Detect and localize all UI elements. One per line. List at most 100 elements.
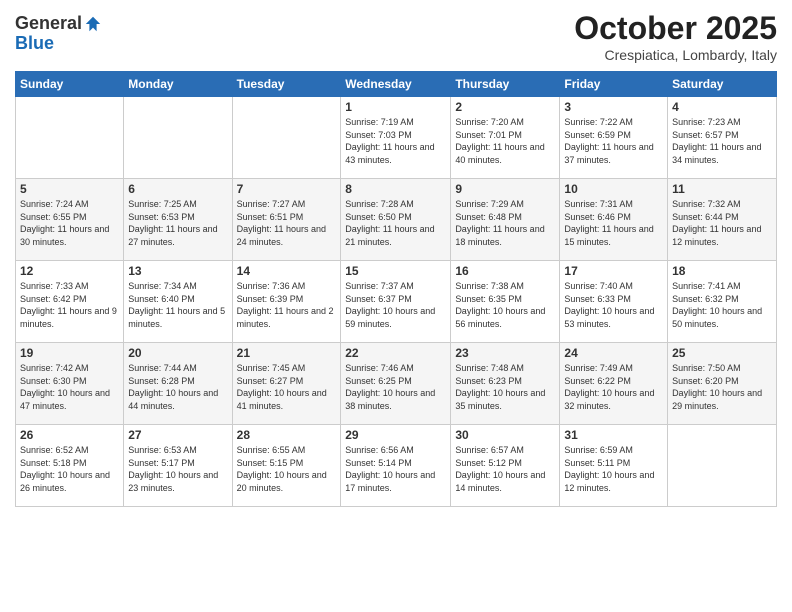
logo-blue-text: Blue (15, 33, 54, 53)
day-number: 6 (128, 182, 227, 196)
calendar: SundayMondayTuesdayWednesdayThursdayFrid… (15, 71, 777, 507)
month-title: October 2025 (574, 10, 777, 47)
day-number: 12 (20, 264, 119, 278)
day-of-week-header: Sunday (16, 72, 124, 97)
calendar-header-row: SundayMondayTuesdayWednesdayThursdayFrid… (16, 72, 777, 97)
day-number: 21 (237, 346, 337, 360)
calendar-cell: 23Sunrise: 7:48 AM Sunset: 6:23 PM Dayli… (451, 343, 560, 425)
day-info: Sunrise: 7:45 AM Sunset: 6:27 PM Dayligh… (237, 362, 337, 412)
day-number: 14 (237, 264, 337, 278)
day-number: 2 (455, 100, 555, 114)
calendar-cell: 3 Sunrise: 7:22 AM Sunset: 6:59 PM Daylig… (560, 97, 668, 179)
day-info: Sunrise: 7:19 AM Sunset: 7:03 PM Dayligh… (345, 116, 446, 166)
day-info: Sunrise: 7:29 AM Sunset: 6:48 PM Dayligh… (455, 198, 555, 248)
calendar-cell: 27Sunrise: 6:53 AM Sunset: 5:17 PM Dayli… (124, 425, 232, 507)
calendar-week-row: 26 Sunrise: 6:52 AM Sunset: 5:18 PM Dayli… (16, 425, 777, 507)
day-of-week-header: Tuesday (232, 72, 341, 97)
day-info: Sunrise: 6:57 AM Sunset: 5:12 PM Dayligh… (455, 444, 555, 494)
calendar-cell: 28Sunrise: 6:55 AM Sunset: 5:15 PM Dayli… (232, 425, 341, 507)
calendar-cell: 25 Sunrise: 7:50 AM Sunset: 6:20 PM Dayli… (668, 343, 777, 425)
calendar-cell: 30 Sunrise: 6:57 AM Sunset: 5:12 PM Dayli… (451, 425, 560, 507)
calendar-cell: 8Sunrise: 7:28 AM Sunset: 6:50 PM Daylig… (341, 179, 451, 261)
day-info: Sunrise: 7:22 AM Sunset: 6:59 PM Dayligh… (564, 116, 663, 166)
calendar-week-row: 19Sunrise: 7:42 AM Sunset: 6:30 PM Dayli… (16, 343, 777, 425)
day-info: Sunrise: 7:44 AM Sunset: 6:28 PM Dayligh… (128, 362, 227, 412)
day-number: 11 (672, 182, 772, 196)
day-number: 17 (564, 264, 663, 278)
calendar-cell: 16 Sunrise: 7:38 AM Sunset: 6:35 PM Dayli… (451, 261, 560, 343)
calendar-cell: 11Sunrise: 7:32 AM Sunset: 6:44 PM Dayli… (668, 179, 777, 261)
day-number: 31 (564, 428, 663, 442)
calendar-week-row: 1 Sunrise: 7:19 AM Sunset: 7:03 PM Daylig… (16, 97, 777, 179)
calendar-cell (232, 97, 341, 179)
calendar-cell: 13 Sunrise: 7:34 AM Sunset: 6:40 PM Dayli… (124, 261, 232, 343)
day-info: Sunrise: 7:46 AM Sunset: 6:25 PM Dayligh… (345, 362, 446, 412)
calendar-cell: 1 Sunrise: 7:19 AM Sunset: 7:03 PM Daylig… (341, 97, 451, 179)
day-info: Sunrise: 7:25 AM Sunset: 6:53 PM Dayligh… (128, 198, 227, 248)
calendar-cell: 4Sunrise: 7:23 AM Sunset: 6:57 PM Daylig… (668, 97, 777, 179)
calendar-cell: 15Sunrise: 7:37 AM Sunset: 6:37 PM Dayli… (341, 261, 451, 343)
day-info: Sunrise: 7:27 AM Sunset: 6:51 PM Dayligh… (237, 198, 337, 248)
calendar-cell (16, 97, 124, 179)
calendar-cell: 5 Sunrise: 7:24 AM Sunset: 6:55 PM Daylig… (16, 179, 124, 261)
title-block: October 2025 Crespiatica, Lombardy, Ital… (574, 10, 777, 63)
calendar-cell: 10Sunrise: 7:31 AM Sunset: 6:46 PM Dayli… (560, 179, 668, 261)
day-number: 28 (237, 428, 337, 442)
day-number: 25 (672, 346, 772, 360)
day-info: Sunrise: 6:53 AM Sunset: 5:17 PM Dayligh… (128, 444, 227, 494)
day-number: 30 (455, 428, 555, 442)
day-number: 5 (20, 182, 119, 196)
day-info: Sunrise: 7:49 AM Sunset: 6:22 PM Dayligh… (564, 362, 663, 412)
day-info: Sunrise: 7:37 AM Sunset: 6:37 PM Dayligh… (345, 280, 446, 330)
day-number: 20 (128, 346, 227, 360)
day-number: 18 (672, 264, 772, 278)
day-number: 1 (345, 100, 446, 114)
calendar-cell: 22 Sunrise: 7:46 AM Sunset: 6:25 PM Dayli… (341, 343, 451, 425)
calendar-cell: 9 Sunrise: 7:29 AM Sunset: 6:48 PM Daylig… (451, 179, 560, 261)
logo-icon (84, 15, 102, 33)
day-number: 13 (128, 264, 227, 278)
day-info: Sunrise: 6:52 AM Sunset: 5:18 PM Dayligh… (20, 444, 119, 494)
day-of-week-header: Thursday (451, 72, 560, 97)
day-info: Sunrise: 7:42 AM Sunset: 6:30 PM Dayligh… (20, 362, 119, 412)
calendar-cell: 21 Sunrise: 7:45 AM Sunset: 6:27 PM Dayli… (232, 343, 341, 425)
day-info: Sunrise: 7:34 AM Sunset: 6:40 PM Dayligh… (128, 280, 227, 330)
day-info: Sunrise: 7:24 AM Sunset: 6:55 PM Dayligh… (20, 198, 119, 248)
calendar-cell: 17Sunrise: 7:40 AM Sunset: 6:33 PM Dayli… (560, 261, 668, 343)
day-info: Sunrise: 7:31 AM Sunset: 6:46 PM Dayligh… (564, 198, 663, 248)
header: General Blue October 2025 Crespiatica, L… (15, 10, 777, 63)
logo: General Blue (15, 14, 102, 54)
day-number: 4 (672, 100, 772, 114)
day-number: 8 (345, 182, 446, 196)
day-number: 3 (564, 100, 663, 114)
calendar-cell: 26 Sunrise: 6:52 AM Sunset: 5:18 PM Dayli… (16, 425, 124, 507)
day-number: 9 (455, 182, 555, 196)
logo-general-text: General (15, 14, 82, 34)
calendar-cell: 7 Sunrise: 7:27 AM Sunset: 6:51 PM Daylig… (232, 179, 341, 261)
location: Crespiatica, Lombardy, Italy (574, 47, 777, 63)
calendar-cell (668, 425, 777, 507)
day-of-week-header: Monday (124, 72, 232, 97)
day-info: Sunrise: 7:38 AM Sunset: 6:35 PM Dayligh… (455, 280, 555, 330)
day-of-week-header: Wednesday (341, 72, 451, 97)
day-number: 22 (345, 346, 446, 360)
day-info: Sunrise: 7:50 AM Sunset: 6:20 PM Dayligh… (672, 362, 772, 412)
calendar-cell: 14 Sunrise: 7:36 AM Sunset: 6:39 PM Dayli… (232, 261, 341, 343)
calendar-cell (124, 97, 232, 179)
calendar-cell: 6 Sunrise: 7:25 AM Sunset: 6:53 PM Daylig… (124, 179, 232, 261)
day-info: Sunrise: 7:41 AM Sunset: 6:32 PM Dayligh… (672, 280, 772, 330)
day-number: 26 (20, 428, 119, 442)
day-info: Sunrise: 7:36 AM Sunset: 6:39 PM Dayligh… (237, 280, 337, 330)
day-number: 16 (455, 264, 555, 278)
calendar-cell: 29Sunrise: 6:56 AM Sunset: 5:14 PM Dayli… (341, 425, 451, 507)
day-number: 29 (345, 428, 446, 442)
day-info: Sunrise: 7:48 AM Sunset: 6:23 PM Dayligh… (455, 362, 555, 412)
day-number: 24 (564, 346, 663, 360)
calendar-cell: 19Sunrise: 7:42 AM Sunset: 6:30 PM Dayli… (16, 343, 124, 425)
calendar-cell: 31Sunrise: 6:59 AM Sunset: 5:11 PM Dayli… (560, 425, 668, 507)
day-number: 7 (237, 182, 337, 196)
calendar-cell: 18 Sunrise: 7:41 AM Sunset: 6:32 PM Dayli… (668, 261, 777, 343)
page: General Blue October 2025 Crespiatica, L… (0, 0, 792, 612)
day-of-week-header: Friday (560, 72, 668, 97)
calendar-week-row: 5 Sunrise: 7:24 AM Sunset: 6:55 PM Daylig… (16, 179, 777, 261)
